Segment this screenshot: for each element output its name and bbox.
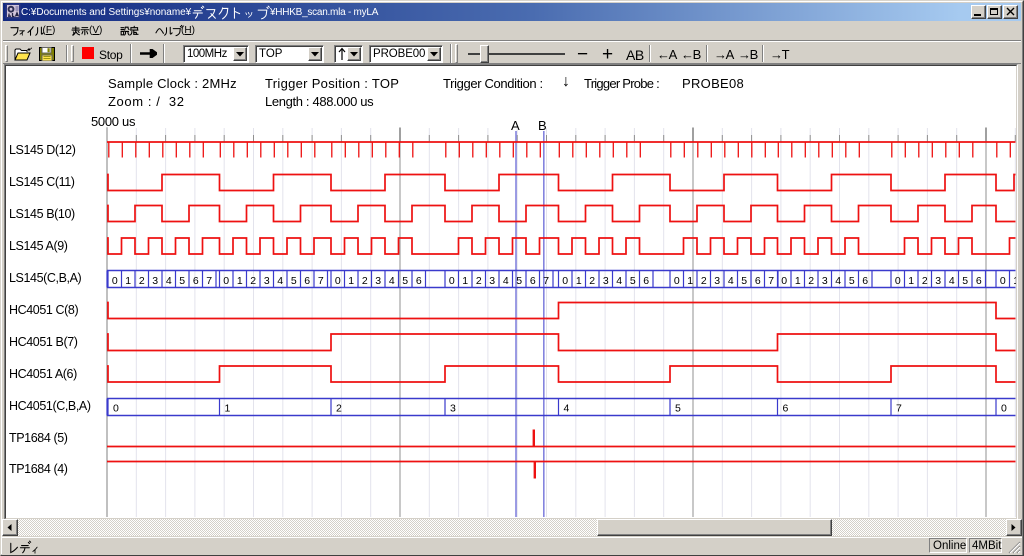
svg-text:2: 2 xyxy=(808,275,814,287)
svg-text:1: 1 xyxy=(1013,275,1019,287)
svg-text:4: 4 xyxy=(389,275,395,287)
svg-text:0: 0 xyxy=(335,275,341,287)
svg-text:6: 6 xyxy=(643,275,649,287)
svg-text:6: 6 xyxy=(530,275,536,287)
svg-text:5: 5 xyxy=(402,275,408,287)
svg-text:6: 6 xyxy=(755,275,761,287)
svg-text:0: 0 xyxy=(223,275,229,287)
svg-text:3: 3 xyxy=(935,275,941,287)
svg-text:2: 2 xyxy=(589,275,595,287)
svg-text:4: 4 xyxy=(949,275,955,287)
svg-text:4: 4 xyxy=(564,403,570,415)
svg-text:7: 7 xyxy=(543,275,549,287)
svg-text:5: 5 xyxy=(741,275,747,287)
svg-text:1: 1 xyxy=(576,275,582,287)
svg-text:5: 5 xyxy=(516,275,522,287)
svg-text:5: 5 xyxy=(291,275,297,287)
svg-text:5: 5 xyxy=(962,275,968,287)
svg-text:2: 2 xyxy=(922,275,928,287)
svg-text:4: 4 xyxy=(616,275,622,287)
svg-text:1: 1 xyxy=(687,275,693,287)
svg-text:0: 0 xyxy=(113,403,119,415)
svg-text:7: 7 xyxy=(896,403,902,415)
svg-text:7: 7 xyxy=(318,275,324,287)
svg-text:0: 0 xyxy=(674,275,680,287)
svg-text:1: 1 xyxy=(125,275,131,287)
svg-text:2: 2 xyxy=(701,275,707,287)
svg-text:2: 2 xyxy=(336,403,342,415)
svg-text:0: 0 xyxy=(449,275,455,287)
svg-text:4: 4 xyxy=(166,275,172,287)
svg-text:2: 2 xyxy=(476,275,482,287)
svg-text:0: 0 xyxy=(1001,403,1007,415)
svg-text:2: 2 xyxy=(250,275,256,287)
svg-text:1: 1 xyxy=(462,275,468,287)
svg-text:3: 3 xyxy=(450,403,456,415)
svg-text:5: 5 xyxy=(179,275,185,287)
svg-text:1: 1 xyxy=(908,275,914,287)
svg-text:7: 7 xyxy=(768,275,774,287)
svg-text:6: 6 xyxy=(862,275,868,287)
svg-text:2: 2 xyxy=(139,275,145,287)
svg-text:4: 4 xyxy=(835,275,841,287)
svg-text:4: 4 xyxy=(503,275,509,287)
svg-text:0: 0 xyxy=(562,275,568,287)
svg-text:3: 3 xyxy=(264,275,270,287)
svg-text:1: 1 xyxy=(237,275,243,287)
svg-text:3: 3 xyxy=(822,275,828,287)
svg-text:3: 3 xyxy=(489,275,495,287)
svg-text:0: 0 xyxy=(112,275,118,287)
svg-text:3: 3 xyxy=(714,275,720,287)
svg-text:6: 6 xyxy=(416,275,422,287)
svg-text:7: 7 xyxy=(206,275,212,287)
svg-text:4: 4 xyxy=(277,275,283,287)
svg-text:5: 5 xyxy=(630,275,636,287)
svg-text:3: 3 xyxy=(152,275,158,287)
svg-text:0: 0 xyxy=(781,275,787,287)
svg-text:0: 0 xyxy=(1000,275,1006,287)
svg-text:6: 6 xyxy=(193,275,199,287)
svg-text:2: 2 xyxy=(362,275,368,287)
svg-text:6: 6 xyxy=(783,403,789,415)
svg-text:1: 1 xyxy=(348,275,354,287)
svg-text:3: 3 xyxy=(603,275,609,287)
svg-text:6: 6 xyxy=(304,275,310,287)
svg-text:0: 0 xyxy=(895,275,901,287)
svg-text:1: 1 xyxy=(795,275,801,287)
svg-text:1: 1 xyxy=(225,403,231,415)
svg-text:4: 4 xyxy=(728,275,734,287)
svg-text:6: 6 xyxy=(976,275,982,287)
svg-text:5: 5 xyxy=(849,275,855,287)
svg-text:3: 3 xyxy=(375,275,381,287)
svg-text:5: 5 xyxy=(675,403,681,415)
